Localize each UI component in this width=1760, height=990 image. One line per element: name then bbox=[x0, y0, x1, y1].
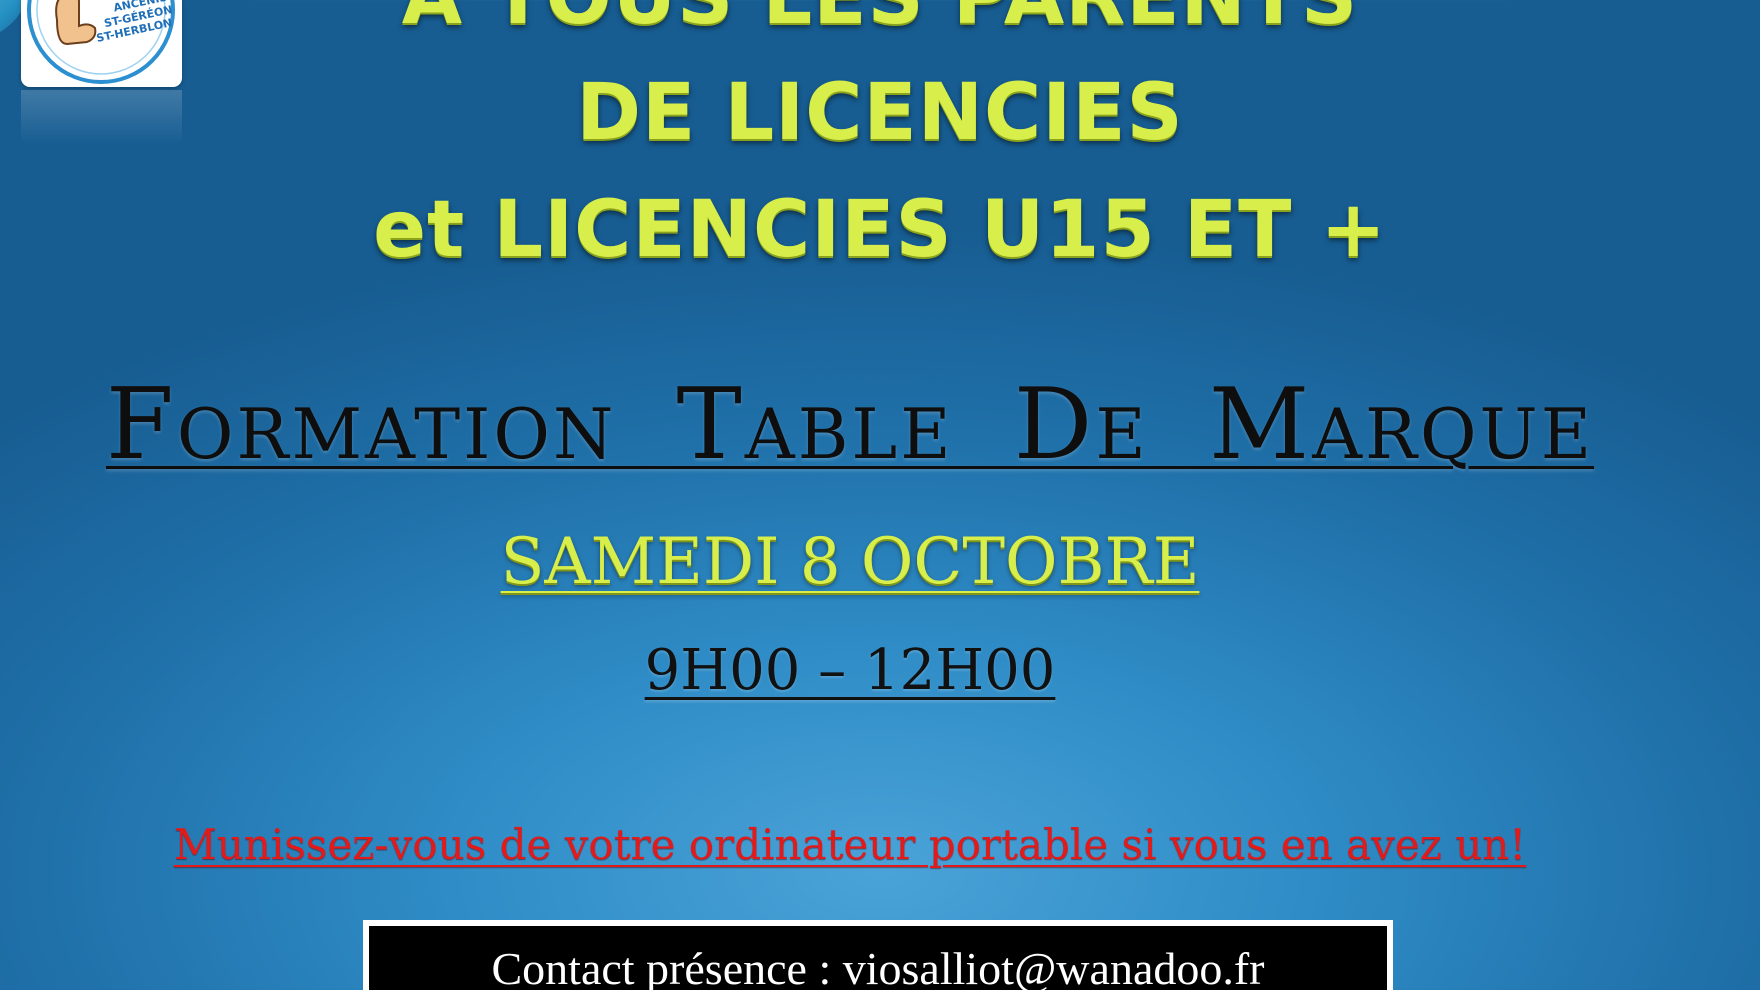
headline-line3: et LICENCIES U15 ET + bbox=[373, 185, 1387, 275]
event-title: Formation Table De Marque bbox=[105, 368, 1595, 482]
contact-box: Contact présence : viosalliot@wanadoo.fr bbox=[363, 920, 1393, 990]
laptop-notice: Munissez-vous de votre ordinateur portab… bbox=[173, 820, 1527, 869]
headline-line2: DE LICENCIES bbox=[576, 68, 1184, 158]
contact-text: Contact présence : viosalliot@wanadoo.fr bbox=[491, 943, 1265, 990]
event-hours: 9H00 – 12H00 bbox=[644, 638, 1056, 703]
event-date: SAMEDI 8 OCTOBRE bbox=[500, 525, 1200, 599]
headline-line1: A TOUS LES PARENTS bbox=[0, 0, 1760, 42]
